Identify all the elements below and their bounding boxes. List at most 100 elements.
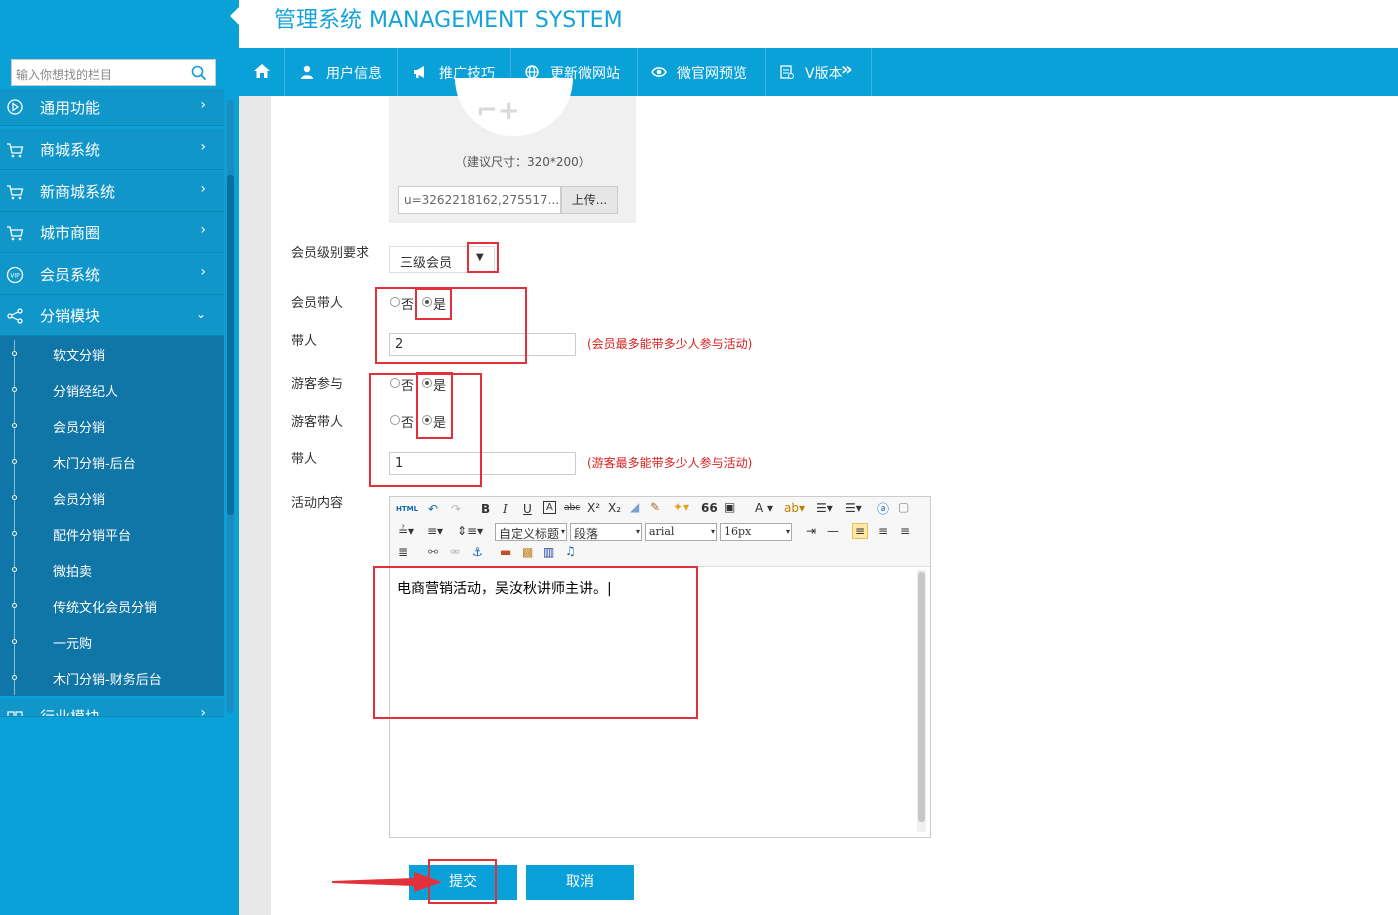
- submenu-item[interactable]: 软文分销: [53, 345, 105, 364]
- italic-icon[interactable]: I: [503, 502, 508, 516]
- content-left-strip: [239, 96, 271, 915]
- chevron-right-icon: ›: [200, 139, 206, 155]
- music-icon[interactable]: ♫: [565, 544, 576, 558]
- tree-node-icon: [12, 459, 17, 464]
- nav-version[interactable]: V版本 »: [766, 48, 872, 96]
- direction-icon[interactable]: ⇥: [806, 524, 816, 538]
- redo-icon[interactable]: ↷: [451, 502, 461, 516]
- custom-title-select[interactable]: 自定义标题 ▾: [495, 523, 567, 541]
- blockquote-icon[interactable]: 66: [701, 501, 718, 515]
- sidebar-item-industry[interactable]: 行业模块 ›: [0, 699, 224, 717]
- video-icon[interactable]: ▥: [543, 545, 554, 559]
- nav-user-info[interactable]: 用户信息: [285, 48, 398, 96]
- sidebar-item-label: 通用功能: [40, 99, 101, 117]
- vip-icon: VIP: [6, 266, 24, 284]
- app-title: 管理系统 MANAGEMENT SYSTEM: [274, 8, 623, 33]
- upload-button[interactable]: 上传...: [561, 186, 618, 214]
- auto-format-icon[interactable]: ✦▾: [673, 500, 689, 514]
- underline-icon[interactable]: U: [523, 502, 532, 516]
- nav-home[interactable]: [239, 48, 285, 96]
- annotation-arrow-icon: [332, 872, 442, 892]
- sidebar-item-label: 城市商圈: [40, 224, 101, 242]
- guest-bring-hint: (游客最多能带多少人参与活动): [587, 456, 753, 470]
- submenu-item[interactable]: 一元购: [53, 633, 92, 652]
- chevron-right-icon: ›: [200, 705, 206, 717]
- chevron-right-icon: ›: [200, 97, 206, 113]
- horizontal-rule-icon[interactable]: —: [827, 524, 839, 538]
- unordered-list-icon[interactable]: ☰▾: [845, 501, 862, 515]
- sidebar-item-label: 商城系统: [40, 141, 101, 159]
- sidebar-item-member[interactable]: VIP 会员系统 ›: [0, 254, 224, 295]
- sidebar-item-general[interactable]: 通用功能 ›: [0, 89, 224, 126]
- editor-toolbar: HTML ↶ ↷ B I U A abc X² X₂ ◢ ✎ ✦▾ 66 ▣ A…: [390, 497, 930, 567]
- tree-node-icon: [12, 639, 17, 644]
- font-size-select[interactable]: 16px ▾: [720, 523, 792, 541]
- dropdown-arrow-icon: ▾: [710, 527, 715, 536]
- row-spacing-bottom-icon[interactable]: ≡▾: [427, 524, 443, 538]
- submenu-item[interactable]: 木门分销-财务后台: [53, 669, 162, 688]
- nav-preview[interactable]: 微官网预览: [638, 48, 766, 96]
- submenu-item[interactable]: 传统文化会员分销: [53, 597, 157, 616]
- upload-file-field[interactable]: u=3262218162,275517...: [398, 186, 561, 214]
- clear-doc-icon[interactable]: ▢: [898, 500, 909, 514]
- cancel-button[interactable]: 取消: [526, 865, 634, 900]
- sidebar-item-distribution[interactable]: 分销模块 ⌄: [0, 295, 224, 336]
- image-icon[interactable]: ▬: [500, 545, 511, 559]
- undo-icon[interactable]: ↶: [428, 502, 438, 516]
- anchor-icon[interactable]: ⚓: [472, 545, 483, 559]
- bold-icon[interactable]: B: [481, 502, 490, 516]
- nav-label: 用户信息: [326, 66, 382, 82]
- eraser-icon[interactable]: ◢: [630, 500, 639, 514]
- font-family-select[interactable]: arial ▾: [645, 523, 717, 541]
- annotation-box: [369, 373, 482, 487]
- justify-icon[interactable]: ≣: [398, 545, 408, 559]
- member-bring-label: 会员带人: [291, 296, 344, 311]
- link-icon[interactable]: ⚯: [428, 545, 438, 559]
- play-circle-icon: [7, 99, 23, 115]
- ordered-list-icon[interactable]: ☰▾: [816, 501, 833, 515]
- superscript-icon[interactable]: X²: [587, 501, 600, 515]
- unlink-icon[interactable]: ⚮: [450, 545, 460, 559]
- submenu-item[interactable]: 分销经纪人: [53, 381, 118, 400]
- html-source-icon[interactable]: HTML: [396, 505, 418, 513]
- email-icon[interactable]: ⓐ: [877, 500, 889, 517]
- submenu-item[interactable]: 木门分销-后台: [53, 453, 136, 472]
- dropdown-arrow-icon: ▾: [635, 527, 640, 536]
- sidebar-item-new-mall[interactable]: 新商城系统 ›: [0, 171, 224, 212]
- sidebar-item-label: 分销模块: [40, 307, 101, 325]
- sidebar-item-label: 新商城系统: [40, 183, 116, 201]
- align-center-icon[interactable]: ≡: [878, 524, 888, 538]
- align-left-icon[interactable]: ≡: [852, 523, 869, 539]
- highlight-icon[interactable]: ab▾: [784, 501, 805, 515]
- submenu-item[interactable]: 会员分销: [53, 489, 105, 508]
- multi-image-icon[interactable]: ▩: [522, 545, 533, 559]
- paragraph-select[interactable]: 段落 ▾: [570, 523, 642, 541]
- sidebar-scrollbar-thumb[interactable]: [227, 175, 234, 515]
- font-border-icon[interactable]: A: [543, 501, 556, 514]
- tree-node-icon: [12, 603, 17, 608]
- search-input[interactable]: 输入你想找的栏目: [16, 66, 112, 83]
- guest-join-label: 游客参与: [291, 377, 344, 392]
- paragraph-value: 段落: [574, 527, 599, 541]
- sidebar-item-label: 行业模块: [40, 708, 101, 717]
- line-height-icon[interactable]: ⇕≡▾: [457, 524, 483, 538]
- sidebar-item-mall[interactable]: 商城系统 ›: [0, 129, 224, 170]
- align-right-icon[interactable]: ≡: [900, 524, 910, 538]
- search-icon[interactable]: [191, 65, 207, 81]
- sidebar-item-city[interactable]: 城市商圈 ›: [0, 212, 224, 253]
- subscript-icon[interactable]: X₂: [608, 501, 621, 515]
- font-size-value: 16px: [724, 525, 752, 538]
- guest-bring-count-label: 带人: [291, 452, 318, 467]
- header: 管理系统 MANAGEMENT SYSTEM: [239, 0, 1398, 48]
- format-brush-icon[interactable]: ✎: [650, 500, 660, 514]
- annotation-box: [373, 566, 698, 719]
- row-spacing-top-icon[interactable]: ≟▾: [398, 524, 414, 538]
- submenu-item[interactable]: 会员分销: [53, 417, 105, 436]
- strikethrough-icon[interactable]: abc: [564, 503, 580, 513]
- submenu-item[interactable]: 微拍卖: [53, 561, 92, 580]
- submenu-item[interactable]: 配件分销平台: [53, 525, 131, 544]
- font-color-icon[interactable]: A ▾: [755, 501, 773, 515]
- editor-scrollbar-thumb[interactable]: [918, 572, 925, 822]
- paste-plain-icon[interactable]: ▣: [724, 500, 735, 514]
- search-box[interactable]: 输入你想找的栏目: [11, 59, 216, 86]
